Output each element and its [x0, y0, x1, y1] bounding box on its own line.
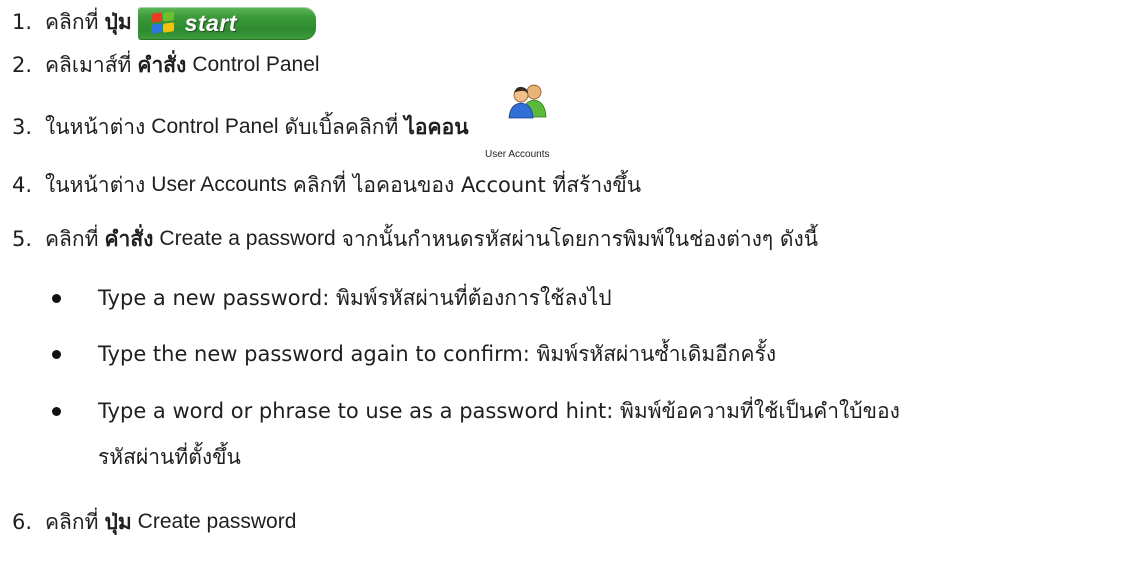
- step-window-name: User Accounts: [151, 173, 287, 196]
- step-bold-term: ปุ่ม: [104, 9, 132, 34]
- bullet-text: รหัสผ่านที่ตั้งขึ้น: [98, 444, 241, 469]
- step-text-after: คลิกที่ ไอคอนของ Account ที่สร้างขึ้น: [292, 172, 642, 197]
- step-4: 4. ในหน้าต่าง User Accounts คลิกที่ ไอคอ…: [12, 165, 641, 205]
- step-number: 3.: [12, 115, 33, 139]
- step-window-name: Control Panel: [151, 115, 279, 138]
- list-item: Type a word or phrase to use as a passwo…: [52, 391, 900, 431]
- step-bold-term: ปุ่ม: [104, 509, 132, 534]
- list-item: Type a new password: พิมพ์รหัสผ่านที่ต้อ…: [52, 278, 612, 318]
- step-text: คลิกที่: [45, 9, 99, 34]
- step-bold-term: คำสั่ง: [104, 226, 154, 251]
- step-number: 1.: [12, 10, 33, 34]
- step-text-after: จากนั้นกำหนดรหัสผ่านโดยการพิมพ์ในช่องต่า…: [341, 226, 819, 251]
- step-text-after: ดับเบิ้ลคลิกที่: [284, 114, 399, 139]
- windows-flag-icon: [150, 11, 176, 34]
- instruction-document: 1. คลิกที่ ปุ่ม start 2. คลิเมาส์ที่ คำส…: [0, 0, 1127, 587]
- step-text: คลิกที่: [45, 226, 99, 251]
- step-text: คลิกที่: [45, 509, 99, 534]
- step-text: คลิเมาส์ที่: [45, 52, 132, 77]
- bullet-dot-icon: [52, 350, 61, 359]
- list-item-continuation: รหัสผ่านที่ตั้งขึ้น: [98, 437, 241, 477]
- user-accounts-icon: [508, 84, 547, 119]
- start-button: start: [137, 6, 316, 40]
- bullet-text: Type a word or phrase to use as a passwo…: [98, 398, 900, 423]
- bullet-text: Type the new password again to confirm: …: [98, 341, 777, 366]
- step-3: 3. ในหน้าต่าง Control Panel ดับเบิ้ลคลิก…: [12, 107, 469, 147]
- user-accounts-caption: User Accounts: [485, 149, 550, 160]
- step-bold-term: ไอคอน: [404, 114, 469, 139]
- bullet-dot-icon: [52, 294, 61, 303]
- step-text: ในหน้าต่าง: [45, 114, 146, 139]
- step-command-name: Create a password: [159, 227, 336, 250]
- step-bold-term: คำสั่ง: [137, 52, 187, 77]
- step-number: 2.: [12, 53, 33, 77]
- step-2: 2. คลิเมาส์ที่ คำสั่ง Control Panel: [12, 45, 320, 85]
- step-1: 1. คลิกที่ ปุ่ม start: [12, 2, 316, 42]
- bullet-dot-icon: [52, 407, 61, 416]
- step-6: 6. คลิกที่ ปุ่ม Create password: [12, 502, 296, 542]
- step-5: 5. คลิกที่ คำสั่ง Create a password จากน…: [12, 219, 818, 259]
- start-button-label: start: [184, 9, 238, 36]
- step-number: 5.: [12, 227, 33, 251]
- step-button-name: Create password: [137, 510, 297, 533]
- step-text: ในหน้าต่าง: [45, 172, 146, 197]
- user-accounts-shortcut: User Accounts: [485, 83, 565, 161]
- bullet-text: Type a new password: พิมพ์รหัสผ่านที่ต้อ…: [98, 285, 612, 310]
- list-item: Type the new password again to confirm: …: [52, 334, 777, 374]
- step-number: 4.: [12, 173, 33, 197]
- step-number: 6.: [12, 510, 33, 534]
- step-command-name: Control Panel: [192, 53, 320, 76]
